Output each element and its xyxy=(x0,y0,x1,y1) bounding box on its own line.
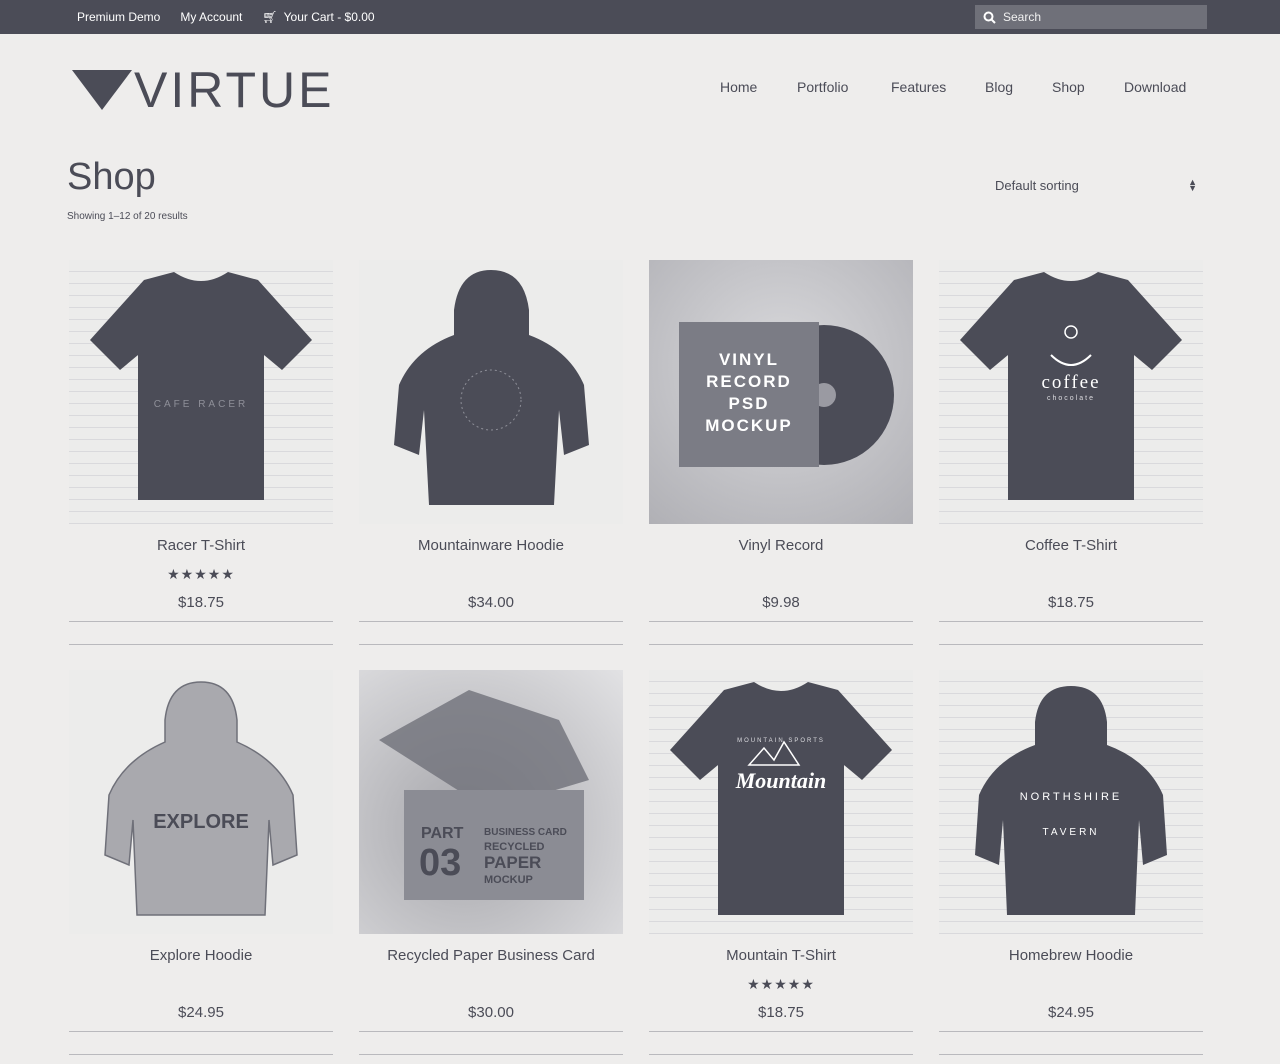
svg-text:VINYL: VINYL xyxy=(719,350,779,369)
svg-text:EXPLORE: EXPLORE xyxy=(153,811,249,833)
tshirt-icon: coffee chocolate xyxy=(960,272,1182,500)
page-title: Shop xyxy=(67,156,156,198)
product-price: $24.95 xyxy=(1048,1004,1094,1021)
hoodie-icon: NORTHSHIRE TAVERN xyxy=(975,686,1167,915)
svg-text:TAVERN: TAVERN xyxy=(1042,827,1099,838)
product-name[interactable]: Homebrew Hoodie xyxy=(939,947,1203,964)
nav-features[interactable]: Features xyxy=(891,79,946,95)
cart-label: Your Cart - $0.00 xyxy=(283,10,375,24)
search-icon[interactable] xyxy=(975,11,1003,24)
product-name[interactable]: Racer T-Shirt xyxy=(69,537,333,554)
tshirt-icon: CAFE RACER xyxy=(90,272,312,500)
cart-icon: 🛒︎ xyxy=(262,10,278,24)
product-name[interactable]: Mountainware Hoodie xyxy=(359,537,623,554)
product-price: $9.98 xyxy=(762,594,800,611)
cart-link[interactable]: 🛒︎ Your Cart - $0.00 xyxy=(262,10,374,24)
search-input[interactable] xyxy=(1003,10,1193,24)
svg-text:MOCKUP: MOCKUP xyxy=(705,416,793,435)
svg-text:PAPER: PAPER xyxy=(484,853,541,872)
product-image[interactable]: CAFE RACER xyxy=(69,260,333,524)
logo-triangle-icon xyxy=(72,70,132,110)
product-card[interactable]: CAFE RACER Racer T-Shirt ★★★★★ $18.75 xyxy=(69,260,333,645)
add-to-cart-button[interactable] xyxy=(649,621,913,645)
my-account-link[interactable]: My Account xyxy=(180,10,242,24)
product-card[interactable]: VINYL RECORD PSD MOCKUP Vinyl Record $9.… xyxy=(649,260,913,645)
add-to-cart-button[interactable] xyxy=(939,1031,1203,1055)
product-image[interactable]: PART 03 BUSINESS CARD RECYCLED PAPER MOC… xyxy=(359,670,623,934)
product-price: $18.75 xyxy=(758,1004,804,1021)
nav-shop[interactable]: Shop xyxy=(1052,79,1085,95)
product-name[interactable]: Vinyl Record xyxy=(649,537,913,554)
product-image[interactable]: VINYL RECORD PSD MOCKUP xyxy=(649,260,913,524)
svg-text:Mountain: Mountain xyxy=(735,768,827,793)
product-card[interactable]: coffee chocolate Coffee T-Shirt $18.75 xyxy=(939,260,1203,645)
rating-stars: ★★★★★ xyxy=(167,566,235,582)
sort-select[interactable]: Default sorting ▲ ▼ xyxy=(995,175,1205,195)
product-name[interactable]: Recycled Paper Business Card xyxy=(359,947,623,964)
svg-text:MOCKUP: MOCKUP xyxy=(484,874,533,886)
product-image[interactable] xyxy=(359,260,623,524)
svg-text:RECORD: RECORD xyxy=(706,372,792,391)
hoodie-icon: EXPLORE xyxy=(104,681,298,916)
tshirt-icon: MOUNTAIN SPORTS Mountain xyxy=(670,682,892,915)
top-bar: Premium Demo My Account 🛒︎ Your Cart - $… xyxy=(0,0,1280,34)
vinyl-record-icon: VINYL RECORD PSD MOCKUP xyxy=(679,322,894,467)
image-text: CAFE RACER xyxy=(154,399,248,410)
product-name[interactable]: Coffee T-Shirt xyxy=(939,537,1203,554)
select-arrows-icon: ▲ ▼ xyxy=(1188,177,1197,193)
site-logo[interactable]: VIRTUE xyxy=(72,62,335,118)
svg-text:coffee: coffee xyxy=(1041,372,1100,393)
product-image[interactable]: EXPLORE xyxy=(69,670,333,934)
product-price: $18.75 xyxy=(1048,594,1094,611)
add-to-cart-button[interactable] xyxy=(69,621,333,645)
product-card[interactable]: MOUNTAIN SPORTS Mountain Mountain T-Shir… xyxy=(649,670,913,1055)
business-card-icon: PART 03 BUSINESS CARD RECYCLED PAPER MOC… xyxy=(379,690,589,900)
add-to-cart-button[interactable] xyxy=(359,621,623,645)
nav-download[interactable]: Download xyxy=(1124,79,1186,95)
product-name[interactable]: Explore Hoodie xyxy=(69,947,333,964)
hoodie-icon xyxy=(394,270,589,505)
product-image[interactable]: NORTHSHIRE TAVERN xyxy=(939,670,1203,934)
logo-text: VIRTUE xyxy=(134,62,335,118)
svg-text:BUSINESS CARD: BUSINESS CARD xyxy=(484,827,567,838)
main-nav: Home Portfolio Features Blog Shop Downlo… xyxy=(700,79,1206,99)
product-price: $24.95 xyxy=(178,1004,224,1021)
premium-demo-link[interactable]: Premium Demo xyxy=(77,10,160,24)
add-to-cart-button[interactable] xyxy=(69,1031,333,1055)
product-image[interactable]: MOUNTAIN SPORTS Mountain xyxy=(649,670,913,934)
nav-home[interactable]: Home xyxy=(720,79,757,95)
svg-text:PSD: PSD xyxy=(729,394,770,413)
add-to-cart-button[interactable] xyxy=(939,621,1203,645)
product-card[interactable]: PART 03 BUSINESS CARD RECYCLED PAPER MOC… xyxy=(359,670,623,1055)
add-to-cart-button[interactable] xyxy=(359,1031,623,1055)
product-name[interactable]: Mountain T-Shirt xyxy=(649,947,913,964)
product-image[interactable]: coffee chocolate xyxy=(939,260,1203,524)
sort-value: Default sorting xyxy=(995,177,1079,193)
nav-portfolio[interactable]: Portfolio xyxy=(797,79,848,95)
svg-text:chocolate: chocolate xyxy=(1047,395,1095,402)
product-card[interactable]: EXPLORE Explore Hoodie $24.95 xyxy=(69,670,333,1055)
product-card[interactable]: Mountainware Hoodie $34.00 xyxy=(359,260,623,645)
svg-text:RECYCLED: RECYCLED xyxy=(484,841,545,853)
svg-text:MOUNTAIN SPORTS: MOUNTAIN SPORTS xyxy=(737,738,825,744)
product-price: $34.00 xyxy=(468,594,514,611)
svg-text:PART: PART xyxy=(421,825,464,842)
add-to-cart-button[interactable] xyxy=(649,1031,913,1055)
svg-text:NORTHSHIRE: NORTHSHIRE xyxy=(1020,791,1123,803)
product-card[interactable]: NORTHSHIRE TAVERN Homebrew Hoodie $24.95 xyxy=(939,670,1203,1055)
svg-text:03: 03 xyxy=(419,842,461,884)
product-price: $30.00 xyxy=(468,1004,514,1021)
search-box xyxy=(975,5,1207,29)
result-count: Showing 1–12 of 20 results xyxy=(67,211,188,222)
rating-stars: ★★★★★ xyxy=(747,976,815,992)
nav-blog[interactable]: Blog xyxy=(985,79,1013,95)
product-price: $18.75 xyxy=(178,594,224,611)
